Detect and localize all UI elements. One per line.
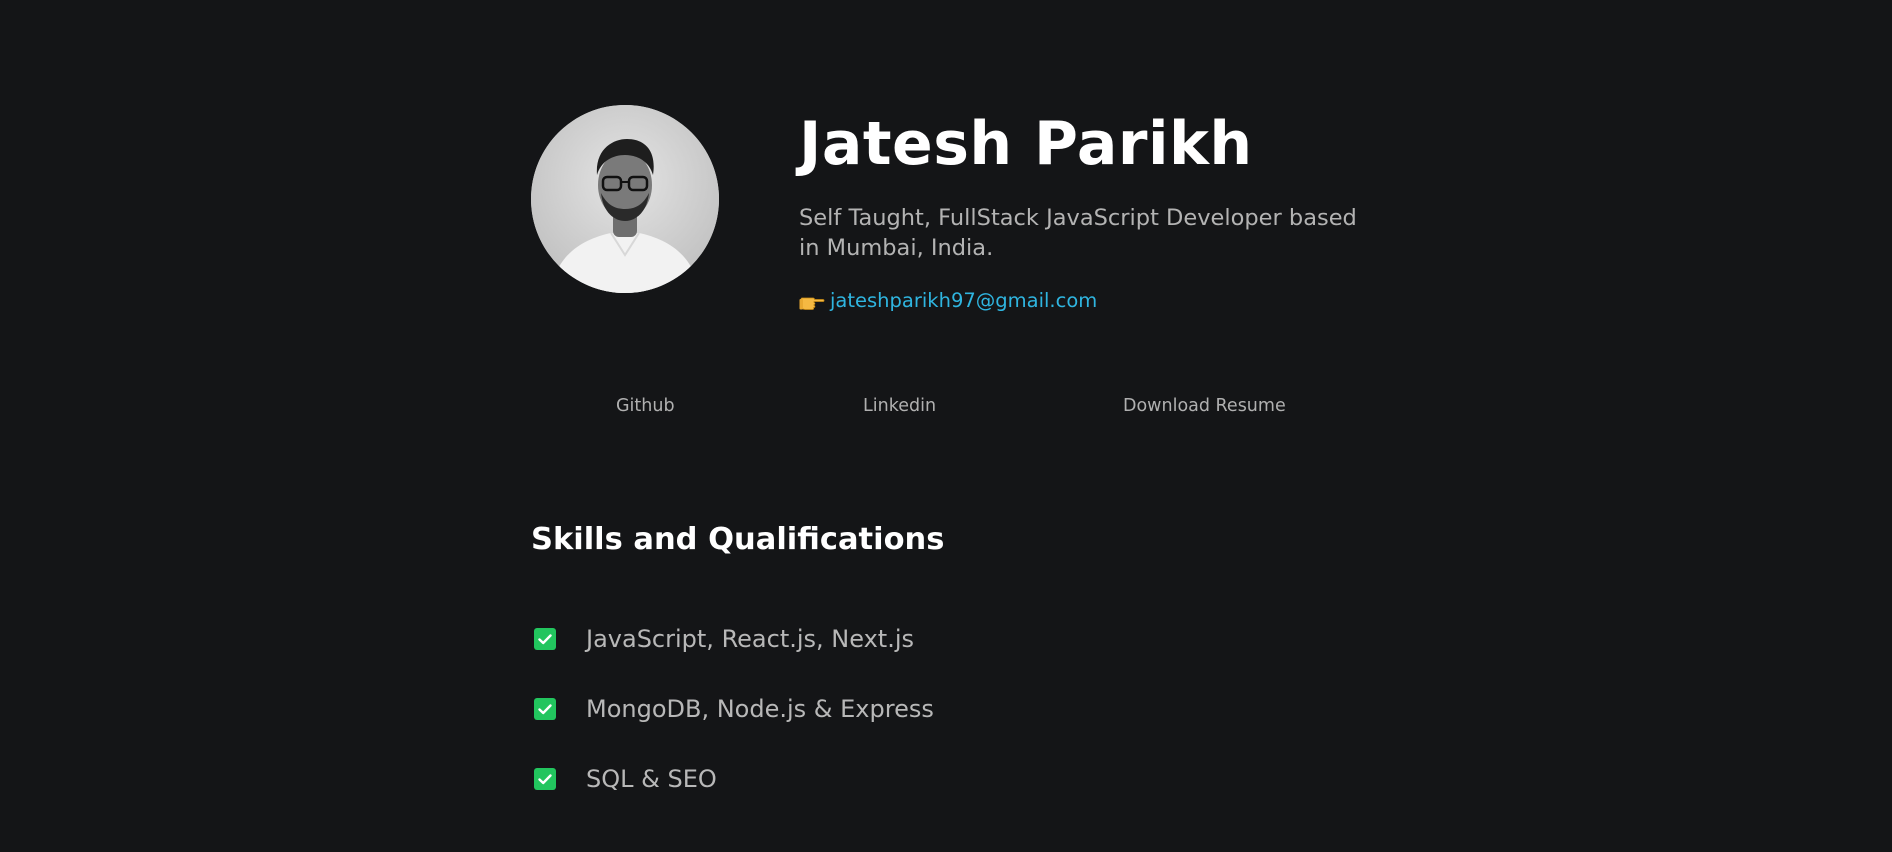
list-item: SQL & SEO	[531, 760, 934, 830]
page-container: Jatesh Parikh Self Taught, FullStack Jav…	[531, 0, 1361, 852]
social-links: Github Linkedin Download Resume	[531, 392, 1361, 420]
linkedin-link[interactable]: Linkedin	[863, 392, 936, 420]
email-row: jateshparikh97@gmail.com	[799, 287, 1379, 315]
skill-label: MongoDB, Node.js & Express	[586, 695, 934, 723]
checkbox-checked-icon	[534, 698, 556, 720]
profile-name: Jatesh Parikh	[799, 109, 1253, 179]
avatar	[531, 105, 719, 293]
profile-photo	[531, 105, 719, 293]
github-link[interactable]: Github	[616, 392, 675, 420]
skill-label: SQL & SEO	[586, 765, 717, 793]
email-link[interactable]: jateshparikh97@gmail.com	[830, 287, 1097, 315]
pointing-hand-icon	[799, 290, 825, 312]
list-item: MongoDB, Node.js & Express	[531, 690, 934, 760]
list-item: JavaScript, React.js, Next.js	[531, 620, 934, 690]
skills-title: Skills and Qualifications	[531, 522, 945, 557]
skills-list: JavaScript, React.js, Next.js MongoDB, N…	[531, 620, 934, 830]
skill-label: JavaScript, React.js, Next.js	[586, 625, 915, 653]
download-resume-link[interactable]: Download Resume	[1123, 392, 1286, 420]
checkbox-checked-icon	[534, 768, 556, 790]
checkbox-checked-icon	[534, 628, 556, 650]
profile-tagline: Self Taught, FullStack JavaScript Develo…	[799, 205, 1357, 261]
hero: Jatesh Parikh Self Taught, FullStack Jav…	[799, 100, 1379, 315]
